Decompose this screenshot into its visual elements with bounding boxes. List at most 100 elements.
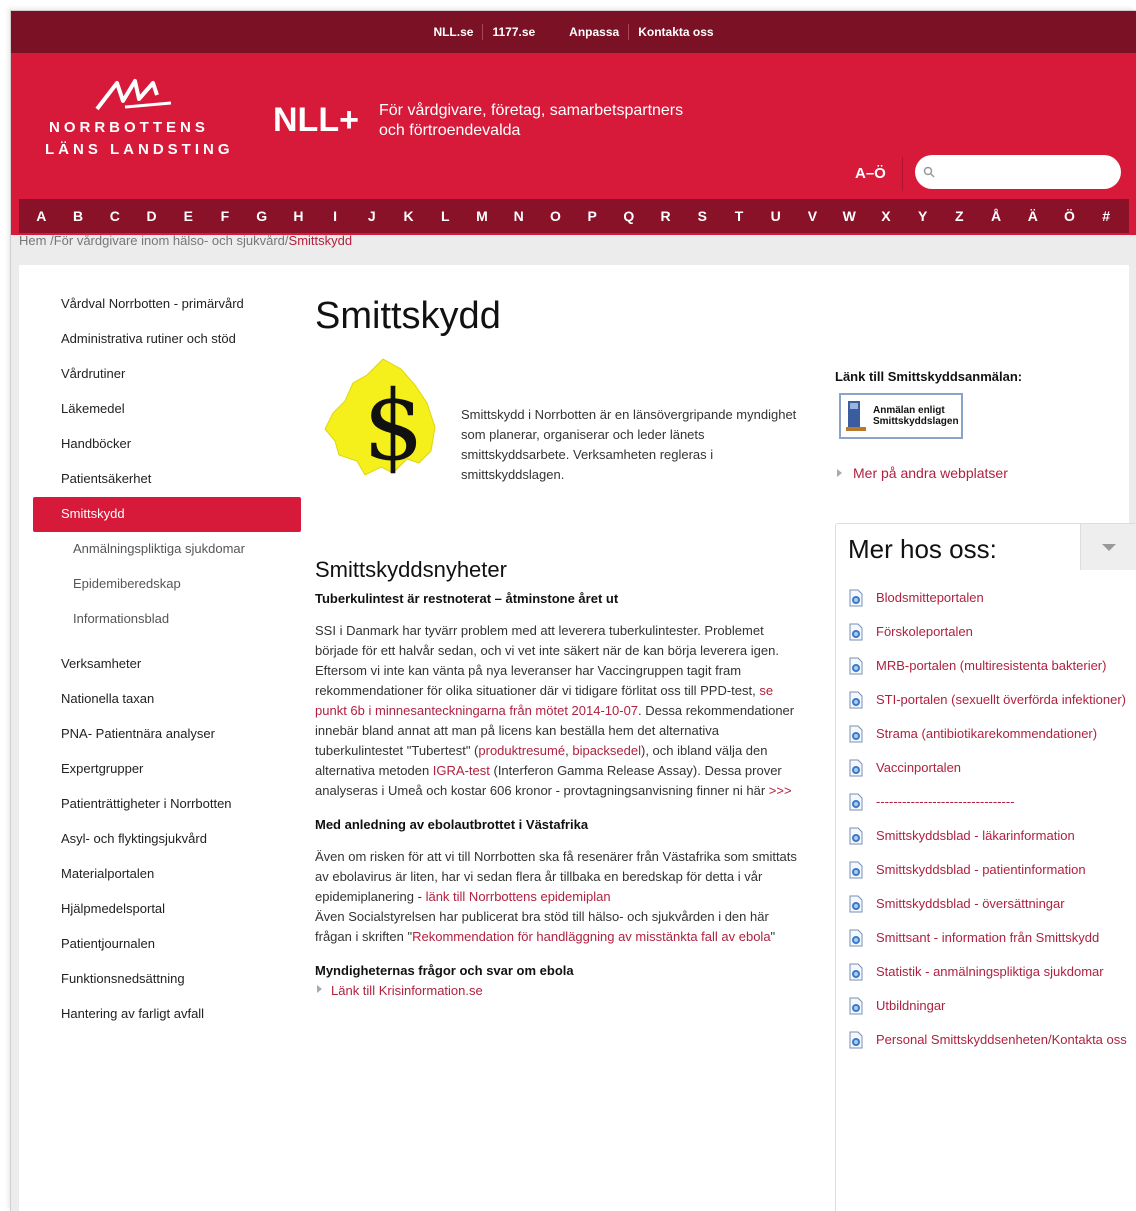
krisinformation-link[interactable]: Länk till Krisinformation.se [315,981,805,1001]
nll-logo[interactable]: NORRBOTTENS LÄNS LANDSTING [45,77,235,167]
sidebar-item-expertgrupper[interactable]: Expertgrupper [33,752,301,787]
alphabet-letter-10[interactable]: K [394,208,424,224]
alphabet-letter-3[interactable]: D [137,208,167,224]
sidebar-item-pna[interactable]: PNA- Patientnära analyser [33,717,301,752]
mer-link-item[interactable]: Statistik - anmälningspliktiga sjukdomar [848,962,1128,982]
mer-link-label[interactable]: Statistik - anmälningspliktiga sjukdomar [876,962,1104,982]
mer-link-label[interactable]: -------------------------------- [876,792,1015,812]
sidebar-subitem-informationsblad[interactable]: Informationsblad [33,602,301,637]
ebola-rekommendation-link[interactable]: Rekommendation för handläggning av misst… [412,929,770,944]
collapse-toggle-button[interactable] [1080,524,1136,570]
search-input[interactable] [941,164,1111,180]
mer-link-item[interactable]: MRB-portalen (multiresistenta bakterier) [848,656,1128,676]
sidebar-item-smittskydd[interactable]: Smittskydd [33,497,301,532]
mer-link-label[interactable]: Smittskyddsblad - läkarinformation [876,826,1075,846]
alphabet-letter-0[interactable]: A [26,208,56,224]
mer-link-item[interactable]: Utbildningar [848,996,1128,1016]
mer-link-label[interactable]: Smittskyddsblad - patientinformation [876,860,1086,880]
alphabet-letter-12[interactable]: M [467,208,497,224]
document-icon [848,827,866,845]
alphabet-letter-21[interactable]: V [797,208,827,224]
mer-link-item[interactable]: Smittsant - information från Smittskydd [848,928,1128,948]
mer-link-label[interactable]: STI-portalen (sexuellt överförda infekti… [876,690,1126,710]
mer-link-item[interactable]: Strama (antibiotikarekommendationer) [848,724,1128,744]
mer-link-item[interactable]: Smittskyddsblad - patientinformation [848,860,1128,880]
mer-link-label[interactable]: Vaccinportalen [876,758,961,778]
alphabet-letter-16[interactable]: Q [614,208,644,224]
alphabet-letter-15[interactable]: P [577,208,607,224]
alphabet-letter-1[interactable]: B [63,208,93,224]
produktresume-link[interactable]: produktresumé [478,743,565,758]
alphabet-letter-26[interactable]: Å [981,208,1011,224]
mer-link-item[interactable]: Förskoleportalen [848,622,1128,642]
more-web-link[interactable]: Mer på andra webplatser [837,465,1008,481]
topnav-1177-link[interactable]: 1177.se [483,25,544,39]
igra-test-link[interactable]: IGRA-test [433,763,490,778]
sidebar-item-materialportalen[interactable]: Materialportalen [33,857,301,892]
sidebar-item-hjalpmedelsportal[interactable]: Hjälpmedelsportal [33,892,301,927]
mer-link-label[interactable]: Smittskyddsblad - översättningar [876,894,1065,914]
alphabet-letter-2[interactable]: C [100,208,130,224]
mer-link-item[interactable]: Smittskyddsblad - läkarinformation [848,826,1128,846]
sidebar-item-handbocker[interactable]: Handböcker [33,427,301,462]
alphabet-letter-27[interactable]: Ä [1018,208,1048,224]
mer-link-item[interactable]: Blodsmitteportalen [848,588,1128,608]
alphabet-letter-13[interactable]: N [504,208,534,224]
sidebar-item-patientjournalen[interactable]: Patientjournalen [33,927,301,962]
alphabet-letter-28[interactable]: Ö [1054,208,1084,224]
smittskyddsanmalan-button[interactable]: Anmälan enligt Smittskyddslagen [839,393,963,439]
topnav-nll-link[interactable]: NLL.se [424,25,482,39]
mer-link-label[interactable]: Blodsmitteportalen [876,588,984,608]
alphabet-letter-6[interactable]: G [247,208,277,224]
mer-link-label[interactable]: Personal Smittskyddsenheten/Kontakta oss [876,1030,1127,1050]
alphabet-letter-23[interactable]: X [871,208,901,224]
alphabet-letter-7[interactable]: H [283,208,313,224]
alphabet-letter-24[interactable]: Y [908,208,938,224]
mer-link-label[interactable]: MRB-portalen (multiresistenta bakterier) [876,656,1106,676]
breadcrumb-home[interactable]: Hem [19,233,46,248]
alphabet-letter-8[interactable]: I [320,208,350,224]
sidebar-item-nationella-taxan[interactable]: Nationella taxan [33,682,301,717]
alphabet-letter-11[interactable]: L [430,208,460,224]
alphabet-letter-20[interactable]: U [761,208,791,224]
mer-link-label[interactable]: Förskoleportalen [876,622,973,642]
sidebar-subitem-epidemiberedskap[interactable]: Epidemiberedskap [33,567,301,602]
alphabet-letter-29[interactable]: # [1091,208,1121,224]
alphabet-letter-18[interactable]: S [687,208,717,224]
sidebar-item-funktionsnedsattning[interactable]: Funktionsnedsättning [33,962,301,997]
a-o-index-link[interactable]: A–Ö [855,165,886,182]
sidebar-item-patientsakerhet[interactable]: Patientsäkerhet [33,462,301,497]
sidebar-item-vardval[interactable]: Vårdval Norrbotten - primärvård [33,287,301,322]
sidebar-item-administrativa[interactable]: Administrativa rutiner och stöd [33,322,301,357]
bipacksedel-link[interactable]: bipacksedel [572,743,641,758]
alphabet-letter-22[interactable]: W [834,208,864,224]
mer-link-item[interactable]: Smittskyddsblad - översättningar [848,894,1128,914]
sidebar-item-asyl[interactable]: Asyl- och flyktingsjukvård [33,822,301,857]
topnav-anpassa-link[interactable]: Anpassa [560,25,628,39]
breadcrumb-parent[interactable]: För vårdgivare inom hälso- och sjukvård [54,233,285,248]
alphabet-letter-4[interactable]: E [173,208,203,224]
alphabet-letter-19[interactable]: T [724,208,754,224]
sidebar-item-lakemedel[interactable]: Läkemedel [33,392,301,427]
alphabet-letter-9[interactable]: J [357,208,387,224]
mer-link-item[interactable]: Personal Smittskyddsenheten/Kontakta oss [848,1030,1128,1050]
alphabet-letter-14[interactable]: O [540,208,570,224]
mer-link-item[interactable]: Vaccinportalen [848,758,1128,778]
mer-link-label[interactable]: Utbildningar [876,996,945,1016]
provtagning-link[interactable]: >>> [769,783,792,798]
alphabet-letter-17[interactable]: R [651,208,681,224]
alphabet-letter-5[interactable]: F [210,208,240,224]
search-box[interactable] [915,155,1121,189]
mer-link-label[interactable]: Smittsant - information från Smittskydd [876,928,1099,948]
mer-link-item[interactable]: STI-portalen (sexuellt överförda infekti… [848,690,1128,710]
sidebar-item-patientrattigheter[interactable]: Patienträttigheter i Norrbotten [33,787,301,822]
sidebar-item-verksamheter[interactable]: Verksamheter [33,647,301,682]
epidemiplan-link[interactable]: länk till Norrbottens epidemiplan [426,889,611,904]
sidebar-item-vardrutiner[interactable]: Vårdrutiner [33,357,301,392]
topnav-kontakta-link[interactable]: Kontakta oss [629,25,722,39]
alphabet-letter-25[interactable]: Z [944,208,974,224]
mer-link-item[interactable]: -------------------------------- [848,792,1128,812]
sidebar-subitem-anmalningspliktiga[interactable]: Anmälningspliktiga sjukdomar [33,532,301,567]
sidebar-item-farligt-avfall[interactable]: Hantering av farligt avfall [33,997,301,1032]
mer-link-label[interactable]: Strama (antibiotikarekommendationer) [876,724,1097,744]
